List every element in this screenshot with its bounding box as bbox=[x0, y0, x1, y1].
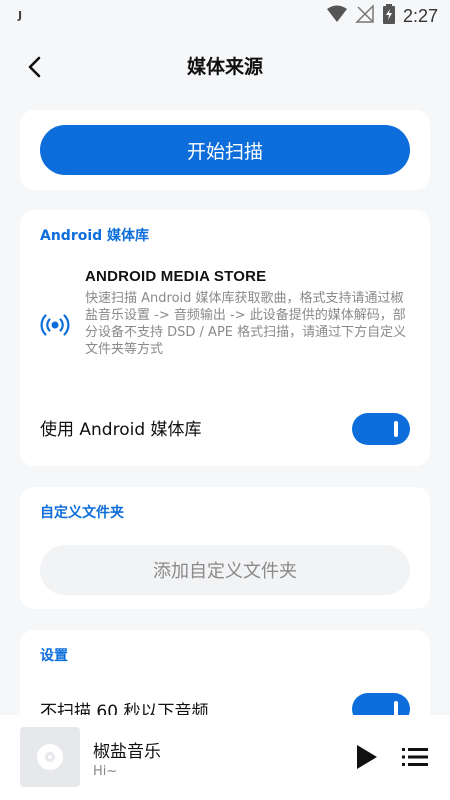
media-store-description: 快速扫描 Android 媒体库获取歌曲，格式支持请通过椒盐音乐设置 -> 音频… bbox=[85, 291, 407, 357]
disc-icon bbox=[37, 744, 63, 770]
settings-section-title: 设置 bbox=[40, 648, 68, 664]
notification-indicator: J bbox=[18, 9, 23, 22]
page-title: 媒体来源 bbox=[186, 56, 263, 78]
use-android-media-label: 使用 Android 媒体库 bbox=[40, 420, 202, 440]
add-custom-folder-button[interactable]: 添加自定义文件夹 bbox=[40, 545, 410, 595]
custom-folder-card: 自定义文件夹 添加自定义文件夹 bbox=[20, 487, 430, 609]
custom-section-title: 自定义文件夹 bbox=[40, 505, 124, 521]
media-store-title: ANDROID MEDIA STORE bbox=[85, 268, 267, 285]
status-bar: J 2:27 bbox=[0, 0, 450, 32]
play-button[interactable] bbox=[352, 742, 382, 772]
album-cover[interactable] bbox=[20, 727, 80, 787]
mini-player[interactable]: 椒盐音乐 Hi~ bbox=[0, 715, 450, 800]
broadcast-icon bbox=[40, 310, 70, 340]
wifi-icon bbox=[326, 5, 347, 27]
scan-card: 开始扫描 bbox=[20, 110, 430, 190]
playlist-button[interactable] bbox=[400, 742, 430, 772]
signal-off-icon bbox=[355, 4, 375, 28]
playlist-icon bbox=[402, 748, 428, 766]
toggle-knob bbox=[394, 421, 398, 437]
status-time: 2:27 bbox=[402, 5, 438, 26]
player-song-title: 椒盐音乐 bbox=[93, 742, 161, 762]
use-android-media-toggle[interactable] bbox=[352, 413, 410, 445]
status-icons: 2:27 bbox=[326, 4, 438, 28]
android-section-title: Android 媒体库 bbox=[40, 228, 150, 244]
app-bar: 媒体来源 bbox=[0, 32, 450, 98]
battery-charging-icon bbox=[382, 4, 395, 28]
play-icon bbox=[357, 745, 377, 769]
player-song-subtitle: Hi~ bbox=[93, 764, 118, 779]
start-scan-button[interactable]: 开始扫描 bbox=[40, 125, 410, 175]
android-media-card: Android 媒体库 ANDROID MEDIA STORE 快速扫描 And… bbox=[20, 210, 430, 466]
